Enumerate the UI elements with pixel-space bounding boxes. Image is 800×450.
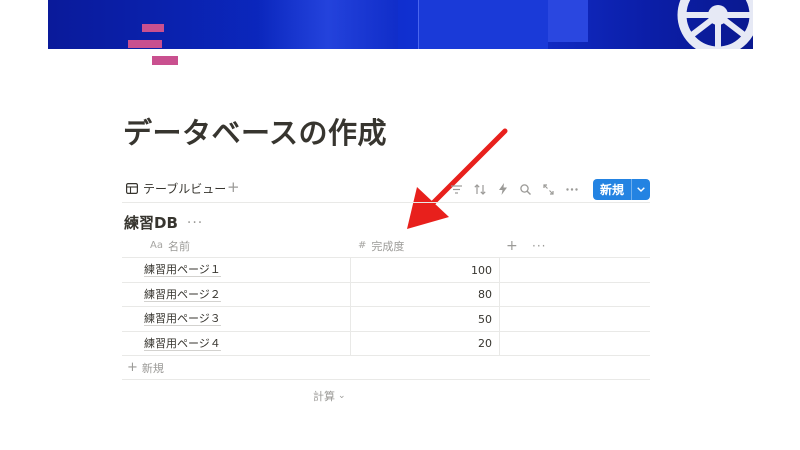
table-row[interactable]: 練習用ページ２ 80 bbox=[122, 282, 650, 307]
plus-icon: + bbox=[127, 360, 138, 375]
name-cell[interactable]: 練習用ページ１ bbox=[144, 258, 350, 282]
page-title[interactable]: データベースの作成 bbox=[123, 110, 387, 152]
progress-cell[interactable]: 50 bbox=[350, 307, 500, 331]
text-type-icon: Aa bbox=[150, 240, 163, 251]
divider bbox=[122, 202, 650, 203]
add-row-button[interactable]: + 新規 bbox=[122, 356, 650, 380]
database-more-icon[interactable]: ··· bbox=[187, 215, 203, 231]
cover-detail bbox=[258, 0, 398, 49]
view-tab-table[interactable]: テーブルビュー bbox=[126, 180, 226, 197]
table-row[interactable]: 練習用ページ１ 100 bbox=[122, 258, 650, 283]
chevron-down-icon[interactable] bbox=[631, 178, 650, 200]
search-icon[interactable] bbox=[515, 178, 537, 200]
cover-detail bbox=[548, 0, 588, 42]
table-row[interactable]: 練習用ページ４ 20 bbox=[122, 331, 650, 356]
calculate-label: 計算 bbox=[313, 390, 335, 403]
page-name[interactable]: 練習用ページ２ bbox=[144, 288, 221, 302]
more-icon[interactable] bbox=[561, 178, 583, 200]
column-header-name[interactable]: Aa 名前 bbox=[150, 233, 190, 258]
cover-wheel-graphic bbox=[677, 0, 753, 49]
number-type-icon: # bbox=[358, 240, 367, 251]
chevron-down-icon: ⌄ bbox=[338, 391, 346, 401]
page-name[interactable]: 練習用ページ１ bbox=[144, 263, 221, 277]
expand-icon[interactable] bbox=[538, 178, 560, 200]
new-record-button[interactable]: 新規 bbox=[592, 178, 650, 200]
automation-icon[interactable] bbox=[492, 178, 514, 200]
table-icon bbox=[126, 183, 138, 194]
view-tab-label: テーブルビュー bbox=[143, 182, 227, 196]
sort-icon[interactable] bbox=[469, 178, 491, 200]
database-toolbar: 新規 bbox=[445, 178, 650, 200]
add-view-button[interactable]: + bbox=[227, 178, 240, 196]
page-icon[interactable] bbox=[128, 24, 178, 68]
name-cell[interactable]: 練習用ページ３ bbox=[144, 307, 350, 331]
column-more-icon[interactable]: ··· bbox=[532, 233, 546, 258]
page-name[interactable]: 練習用ページ３ bbox=[144, 312, 221, 326]
view-bar: テーブルビュー + 新規 bbox=[122, 178, 650, 202]
add-property-button[interactable]: + bbox=[506, 233, 518, 258]
database-table: Aa 名前 # 完成度 + ··· 練習用ページ１ 100 練習用ページ２ 80… bbox=[122, 233, 650, 380]
new-button-label: 新規 bbox=[599, 182, 624, 197]
progress-cell[interactable]: 20 bbox=[350, 331, 500, 356]
progress-cell[interactable]: 100 bbox=[350, 258, 500, 282]
name-cell[interactable]: 練習用ページ２ bbox=[144, 283, 350, 307]
progress-cell[interactable]: 80 bbox=[350, 282, 500, 307]
page-name[interactable]: 練習用ページ４ bbox=[144, 337, 221, 351]
calculate-button[interactable]: 計算 ⌄ bbox=[313, 388, 346, 404]
database-title[interactable]: 練習DB bbox=[124, 212, 178, 233]
table-header: Aa 名前 # 完成度 + ··· bbox=[122, 233, 650, 258]
table-row[interactable]: 練習用ページ３ 50 bbox=[122, 307, 650, 332]
cover-detail bbox=[418, 0, 548, 49]
filter-icon[interactable] bbox=[446, 178, 468, 200]
column-label: 名前 bbox=[167, 239, 190, 253]
database-title-bar: 練習DB ··· bbox=[124, 212, 203, 233]
add-row-label: 新規 bbox=[141, 361, 164, 375]
column-label: 完成度 bbox=[371, 239, 405, 253]
name-cell[interactable]: 練習用ページ４ bbox=[144, 332, 350, 356]
column-header-progress[interactable]: # 完成度 bbox=[358, 233, 404, 258]
